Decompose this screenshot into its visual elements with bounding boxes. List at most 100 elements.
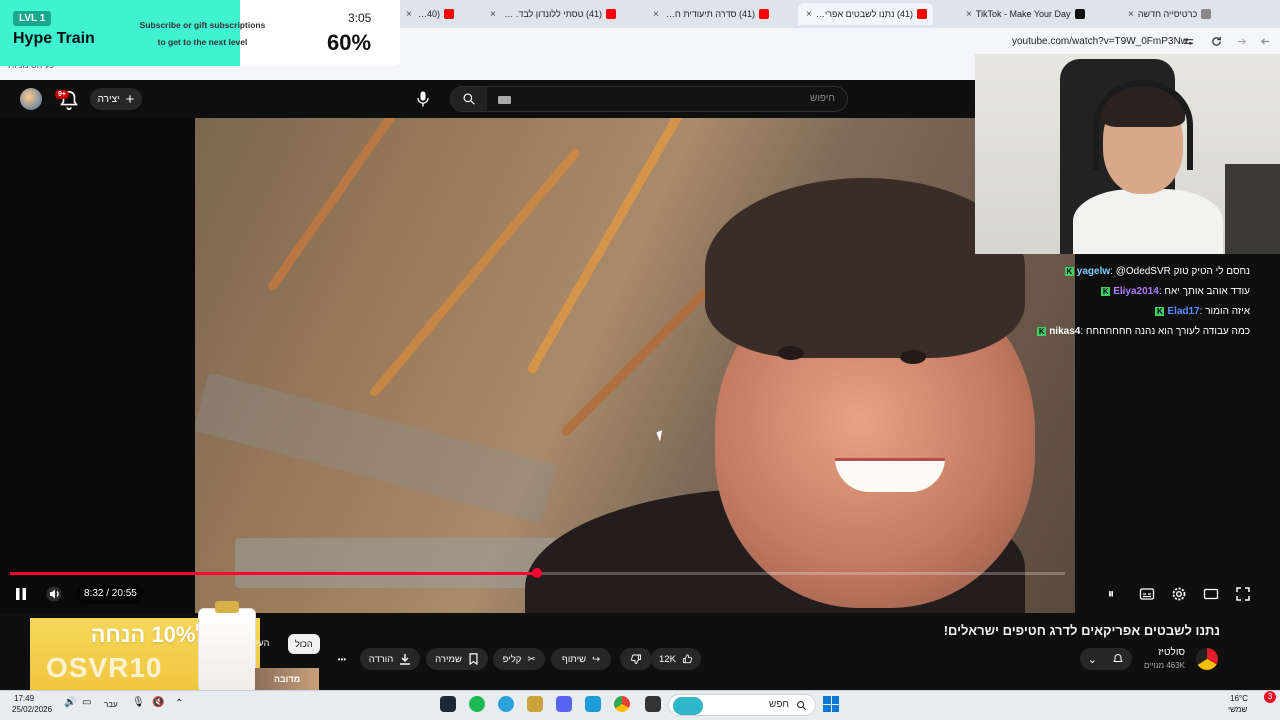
- weather-temp[interactable]: 16°C: [1230, 694, 1248, 703]
- plus-icon: +: [125, 90, 135, 108]
- hype-train-subtitle-line1: Subscribe or gift subscriptions: [139, 20, 266, 30]
- more-actions-button[interactable]: •••: [330, 648, 354, 670]
- close-tab-icon[interactable]: ×: [966, 9, 972, 20]
- video-time: 8:32 / 20:55: [76, 584, 145, 604]
- browser-tab[interactable]: × (41) סדרה תיעודית חדשה ✋: [645, 3, 775, 25]
- save-button[interactable]: שמירה: [426, 648, 488, 670]
- fullscreen-icon[interactable]: [1235, 586, 1251, 602]
- volume-icon[interactable]: [46, 586, 62, 602]
- kick-badge-icon: K: [1064, 267, 1074, 276]
- headset-icon: [1093, 80, 1193, 170]
- taskbar-search-placeholder: חפש: [769, 699, 789, 710]
- video-title: נתנו לשבטים אפריקאים לדרג חטיפים ישראלים…: [943, 623, 1220, 638]
- clock-time[interactable]: 17:49: [14, 694, 34, 703]
- language-indicator[interactable]: עבר: [104, 700, 118, 709]
- telegram-icon[interactable]: [498, 696, 514, 712]
- back-icon[interactable]: [1260, 36, 1271, 47]
- create-label: יצירה: [97, 93, 120, 105]
- discord-icon[interactable]: [556, 696, 572, 712]
- chat-username[interactable]: nikas4: [1049, 326, 1080, 337]
- next-chip[interactable]: העי: [256, 638, 269, 648]
- search-input[interactable]: חיפוש: [810, 93, 835, 104]
- keyboard-icon[interactable]: [498, 96, 511, 104]
- steam-icon[interactable]: [440, 696, 456, 712]
- search-bar[interactable]: חיפוש: [450, 86, 848, 112]
- theater-mode-icon[interactable]: [1203, 586, 1219, 602]
- chrome-icon[interactable]: [614, 696, 630, 712]
- webcam-shelf: [1225, 164, 1280, 254]
- taskbar-search[interactable]: חפש: [668, 694, 816, 716]
- create-button[interactable]: יצירה +: [90, 88, 142, 110]
- browser-tab[interactable]: × (41) נתנו לשבטים אפריקאי...: [798, 3, 933, 25]
- video-person-eye: [900, 350, 926, 364]
- save-label: שמירה: [435, 653, 462, 665]
- tab-label: (41) נתנו לשבטים אפריקאי...: [816, 9, 913, 19]
- voice-search-icon[interactable]: [413, 89, 433, 109]
- tab-favicon-icon: [444, 9, 454, 19]
- close-tab-icon[interactable]: ×: [1128, 9, 1134, 20]
- pause-icon[interactable]: [14, 587, 28, 601]
- clock-date[interactable]: 25/02/2026: [12, 705, 52, 714]
- hype-train-percent: 60%: [327, 30, 372, 55]
- miniplayer-pause-icon[interactable]: ⏸: [1103, 586, 1119, 602]
- settings-gear-icon[interactable]: [1171, 586, 1187, 602]
- channel-subscribers: 463K מנויים: [1143, 661, 1185, 670]
- chat-username[interactable]: Eliya2014: [1113, 286, 1159, 297]
- reload-icon[interactable]: [1211, 36, 1222, 47]
- browser-tab[interactable]: × TikTok - Make Your Day: [958, 3, 1093, 25]
- account-avatar[interactable]: [20, 88, 42, 110]
- tab-label: (40) התחו...: [415, 9, 440, 19]
- close-tab-icon[interactable]: ×: [806, 9, 812, 20]
- like-count: 12K: [659, 653, 676, 665]
- browser-tab[interactable]: × (41) טסתי ללונדון לבד. הזרתי עי...: [482, 3, 622, 25]
- tab-favicon-icon: [1074, 9, 1085, 19]
- share-icon: ↪: [592, 653, 601, 665]
- download-button[interactable]: הורדה: [360, 648, 420, 670]
- speaker-icon[interactable]: 🔊: [64, 697, 76, 708]
- hype-train-title: Hype Train: [13, 30, 95, 47]
- filter-chip-all[interactable]: הכול: [288, 634, 320, 654]
- mic-tray-icon[interactable]: 🎙: [132, 697, 145, 708]
- share-button[interactable]: שיתוף ↪: [551, 648, 611, 670]
- kick-badge-icon: K: [1155, 307, 1165, 316]
- video-frame[interactable]: [195, 118, 1075, 613]
- game-app-icon[interactable]: [527, 696, 543, 712]
- subtitles-icon[interactable]: [1139, 586, 1155, 602]
- url-text[interactable]: youtube.com/watch?v=T9W_0FmP3Nw: [1012, 36, 1188, 47]
- tab-label: כרטיסייה חדשה: [1137, 9, 1198, 19]
- browser-tab[interactable]: × כרטיסייה חדשה: [1120, 3, 1250, 25]
- browser-tab[interactable]: ×(40) התחו...: [398, 3, 460, 25]
- progress-scrubber[interactable]: [532, 568, 542, 578]
- notes-icon[interactable]: [585, 696, 601, 712]
- search-button[interactable]: [451, 87, 487, 111]
- chat-username[interactable]: yagelw: [1077, 266, 1110, 277]
- chat-text: : איזה הומור: [1199, 306, 1250, 317]
- notification-count[interactable]: 3: [1264, 691, 1276, 703]
- close-tab-icon[interactable]: ×: [490, 9, 496, 20]
- close-tab-icon[interactable]: ×: [406, 9, 412, 20]
- file-explorer-icon[interactable]: [645, 696, 661, 712]
- chat-username[interactable]: Elad17: [1167, 306, 1199, 317]
- share-label: שיתוף: [561, 653, 587, 665]
- dislike-button[interactable]: [620, 648, 652, 670]
- search-icon: [463, 93, 475, 105]
- channel-avatar[interactable]: [1196, 648, 1218, 670]
- recommended-thumbnail[interactable]: מדובה: [255, 668, 319, 690]
- windows-start-icon[interactable]: [823, 696, 839, 712]
- weather-desc: שמשי: [1228, 705, 1248, 714]
- clip-label: קליפ: [502, 653, 522, 665]
- close-tab-icon[interactable]: ×: [653, 9, 659, 20]
- mute-icon[interactable]: 🔇: [152, 697, 164, 708]
- chevron-up-icon[interactable]: ⌃: [175, 698, 183, 709]
- like-button[interactable]: 12K: [651, 648, 701, 670]
- kick-badge-icon: K: [1037, 327, 1047, 336]
- clip-button[interactable]: קליפ ✂: [493, 648, 545, 670]
- site-settings-icon[interactable]: [1183, 36, 1194, 47]
- search-highlight-icon: [673, 697, 703, 715]
- hype-train-subtitle: Subscribe or gift subscriptions to get t…: [130, 17, 275, 51]
- forward-icon[interactable]: [1236, 36, 1247, 47]
- display-icon[interactable]: ▭: [82, 697, 91, 708]
- spotify-icon[interactable]: [469, 696, 485, 712]
- subscribed-bell-button[interactable]: ⌄: [1080, 648, 1132, 670]
- channel-name[interactable]: סולטיז: [1158, 647, 1185, 658]
